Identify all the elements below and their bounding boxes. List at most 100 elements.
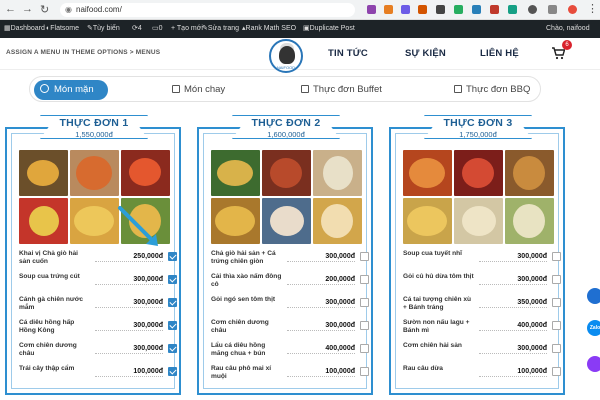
reload-icon[interactable]: ↻ [40,3,49,16]
arrow-left-icon[interactable]: ← [5,3,16,15]
menu-item-row[interactable]: Chả giò hải sản + Cá trứng chiên giòn 300… [211,250,369,273]
menu-item-row[interactable]: Cá tai tượng chiên xù + Bánh tráng 350,00… [403,296,561,319]
site-info-icon[interactable]: ◉ [65,3,72,17]
menu-item-row[interactable]: Rau câu phô mai xí muội 100,000đ [211,365,369,388]
browser-toolbar: ← → ↻ ◉ naifood.com/ ⋮ [0,0,600,20]
cart-count-badge: 6 [562,40,572,50]
dish-photo [211,198,260,244]
tab-mon-man[interactable]: Món mặn [34,80,108,100]
menu-item-row[interactable]: Cải thìa xào nấm đông cô 200,000đ [211,273,369,296]
menu-item-checkbox[interactable] [552,252,561,261]
menu-item-row[interactable]: Cá diêu hồng hấp Hồng Kông 300,000đ [19,319,177,342]
menu-item-row[interactable]: Rau câu dừa 100,000đ [403,365,561,388]
menu-item-row[interactable]: Lẩu cá diêu hồng măng chua + bún 400,000đ [211,342,369,365]
menu-item-row[interactable]: Cơm chiên dương châu 300,000đ [211,319,369,342]
profile-avatar[interactable] [568,5,577,14]
comments-link[interactable]: ▭ 0 [152,20,163,38]
menu-item-checkbox[interactable] [360,298,369,307]
menu-item-checkbox[interactable] [360,344,369,353]
menu-item-row[interactable]: Cánh gà chiên nước mắm 300,000đ [19,296,177,319]
menu-item-price: 400,000đ [325,345,355,352]
menu-item-row[interactable]: Sườn non nấu lagu + Bánh mì 400,000đ [403,319,561,342]
dish-photo [313,198,362,244]
extension-icon[interactable] [472,5,481,14]
updates-link[interactable]: ⟳ 4 [132,20,142,38]
nav-lien-he[interactable]: LIÊN HỆ [480,48,519,59]
dish-photo [211,150,260,196]
extension-icon[interactable] [454,5,463,14]
messenger-icon[interactable] [587,356,600,372]
dish-photo [262,150,311,196]
flatsome-link[interactable]: ◐ Flatsome [46,20,79,38]
menu-item-row[interactable]: Soup cua tuyết nhĩ 300,000đ [403,250,561,273]
menu-item-checkbox[interactable] [168,344,177,353]
menu-item-row[interactable]: Cơm chiên hải sản 300,000đ [403,342,561,365]
menu-item-row[interactable]: Trái cây thập cẩm 100,000đ [19,365,177,388]
chef-face-icon [279,46,295,64]
dish-photo [454,150,503,196]
dish-photo [262,198,311,244]
menu-item-checkbox[interactable] [552,298,561,307]
menu-item-row[interactable]: Gỏi ngó sen tôm thịt 300,000đ [211,296,369,319]
menu-title: THỰC ĐƠN 2 [251,117,321,129]
duplicate-post-link[interactable]: ▣ Duplicate Post [303,20,355,38]
site-header: ASSIGN A MENU IN THEME OPTIONS > MENUS N… [0,38,600,73]
extension-icon[interactable] [490,5,499,14]
menu-category-tabs: Món mặn Món chay Thực đơn Buffet Thực đơ… [29,76,541,102]
menu-item-price: 300,000đ [325,322,355,329]
arrow-annotation-icon [118,206,158,246]
dashboard-link[interactable]: ▦ Dashboard [4,20,45,38]
extension-icon[interactable] [367,5,376,14]
tab-label: Thực đơn BBQ [466,84,531,95]
menu-item-checkbox[interactable] [168,321,177,330]
menu-item-checkbox[interactable] [360,367,369,376]
menu-item-checkbox[interactable] [360,275,369,284]
menu-item-checkbox[interactable] [168,252,177,261]
menu-item-list: Soup cua tuyết nhĩ 300,000đ Gỏi củ hủ dừa … [403,250,561,388]
sidebar-icon[interactable] [548,5,557,14]
nav-tin-tuc[interactable]: TIN TỨC [328,48,368,59]
menu-item-checkbox[interactable] [360,252,369,261]
menu-item-checkbox[interactable] [168,298,177,307]
phone-icon[interactable] [587,288,600,304]
tab-buffet[interactable]: Thực đơn Buffet [301,80,382,100]
menu-item-row[interactable]: Cơm chiên dương châu 300,000đ [19,342,177,365]
menu-item-name: Sườn non nấu lagu + Bánh mì [403,319,470,334]
customize-link[interactable]: ✎ Tùy biến [87,20,120,38]
menu-item-checkbox[interactable] [360,321,369,330]
tab-bbq[interactable]: Thực đơn BBQ [454,80,530,100]
account-greeting[interactable]: Chào, naifood [546,20,590,38]
menu-item-row[interactable]: Khai vị Chả giò hải sản cuốn 250,000đ [19,250,177,273]
arrow-right-icon[interactable]: → [22,3,33,15]
rank-math-link[interactable]: ▴ Rank Math SEO [242,20,296,38]
dotted-leader [287,330,355,331]
menu-item-row[interactable]: Soup cua trứng cút 300,000đ [19,273,177,296]
menu-item-name: Gỏi củ hủ dừa tôm thịt [403,273,474,280]
address-bar[interactable]: ◉ naifood.com/ [60,3,355,17]
zalo-icon[interactable]: Zalo [587,320,600,336]
duplicate-post-label: Duplicate Post [309,25,355,32]
dashboard-label: Dashboard [10,25,45,32]
extension-icon[interactable] [418,5,427,14]
dish-photo [70,198,119,244]
extension-icon[interactable] [401,5,410,14]
more-menu-icon[interactable]: ⋮ [587,2,598,15]
menu-item-checkbox[interactable] [552,321,561,330]
extension-icon[interactable] [384,5,393,14]
extension-icon[interactable] [436,5,445,14]
menu-item-checkbox[interactable] [552,367,561,376]
extensions-puzzle-icon[interactable] [528,5,537,14]
nav-su-kien[interactable]: SỰ KIỆN [405,48,446,59]
menu-item-checkbox[interactable] [168,275,177,284]
new-content-link[interactable]: + Tạo mới [171,20,203,38]
menu-item-checkbox[interactable] [168,367,177,376]
edit-page-link[interactable]: ✎ Sửa trang [202,20,239,38]
tab-label: Thực đơn Buffet [313,84,382,95]
menu-item-name: Chả giò hải sản + Cá trứng chiên giòn [211,250,276,265]
site-logo[interactable]: NAIFOOD [269,39,303,73]
tab-mon-chay[interactable]: Món chay [172,80,225,100]
menu-item-checkbox[interactable] [552,275,561,284]
menu-item-checkbox[interactable] [552,344,561,353]
menu-item-row[interactable]: Gỏi củ hủ dừa tôm thịt 300,000đ [403,273,561,296]
extension-icon[interactable] [508,5,517,14]
